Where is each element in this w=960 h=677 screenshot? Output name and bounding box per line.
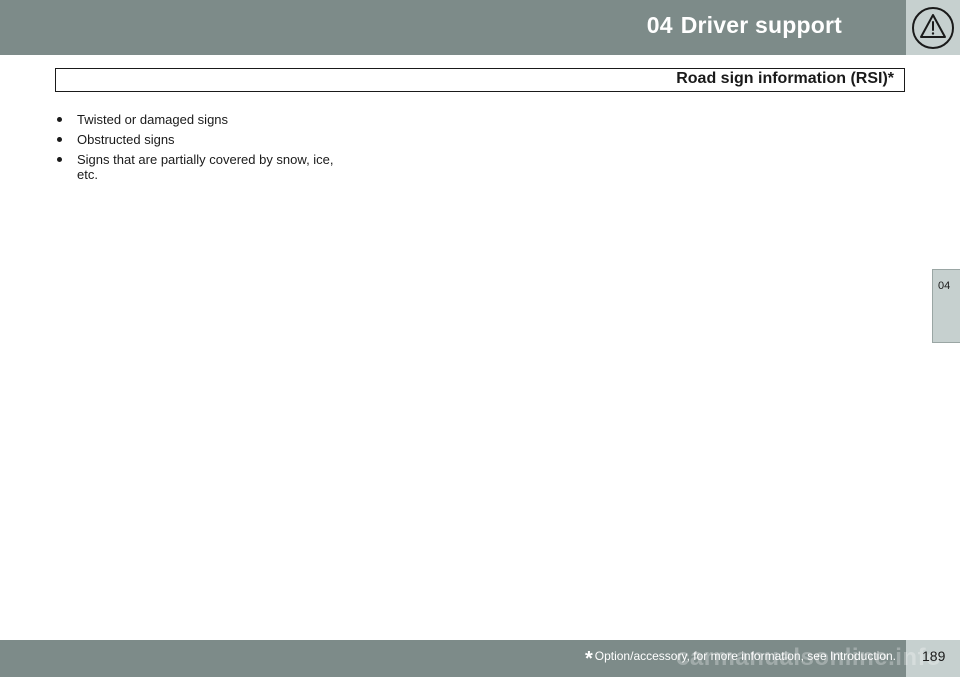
list-item-text: Signs that are partially covered by snow… (77, 152, 334, 182)
chapter-icon-box (906, 0, 960, 55)
bullet-icon (57, 137, 62, 142)
section-title-bar: Road sign information (RSI)* (55, 68, 905, 92)
footer-asterisk: * (584, 648, 593, 670)
list-item-text: Obstructed signs (77, 132, 175, 147)
bullet-icon (57, 117, 62, 122)
bullet-icon (57, 157, 62, 162)
list-item: Obstructed signs (55, 132, 335, 147)
warning-triangle-icon (912, 6, 954, 49)
side-tab-label: 04 (938, 280, 951, 292)
watermark: carmanualsonline.info (676, 644, 942, 671)
chapter-heading: 04 Driver support (647, 12, 842, 39)
chapter-side-tab[interactable]: 04 (932, 269, 960, 343)
list-item: Twisted or damaged signs (55, 112, 335, 127)
chapter-title: Driver support (680, 12, 842, 38)
page-number: 189 (922, 648, 946, 664)
section-title: Road sign information (RSI)* (676, 70, 894, 87)
list-item: Signs that are partially covered by snow… (55, 152, 335, 182)
list-item-text: Twisted or damaged signs (77, 112, 229, 127)
header-band: 04 Driver support (0, 0, 906, 55)
bullet-list: Twisted or damaged signs Obstructed sign… (55, 112, 335, 187)
chapter-number: 04 (646, 12, 673, 38)
